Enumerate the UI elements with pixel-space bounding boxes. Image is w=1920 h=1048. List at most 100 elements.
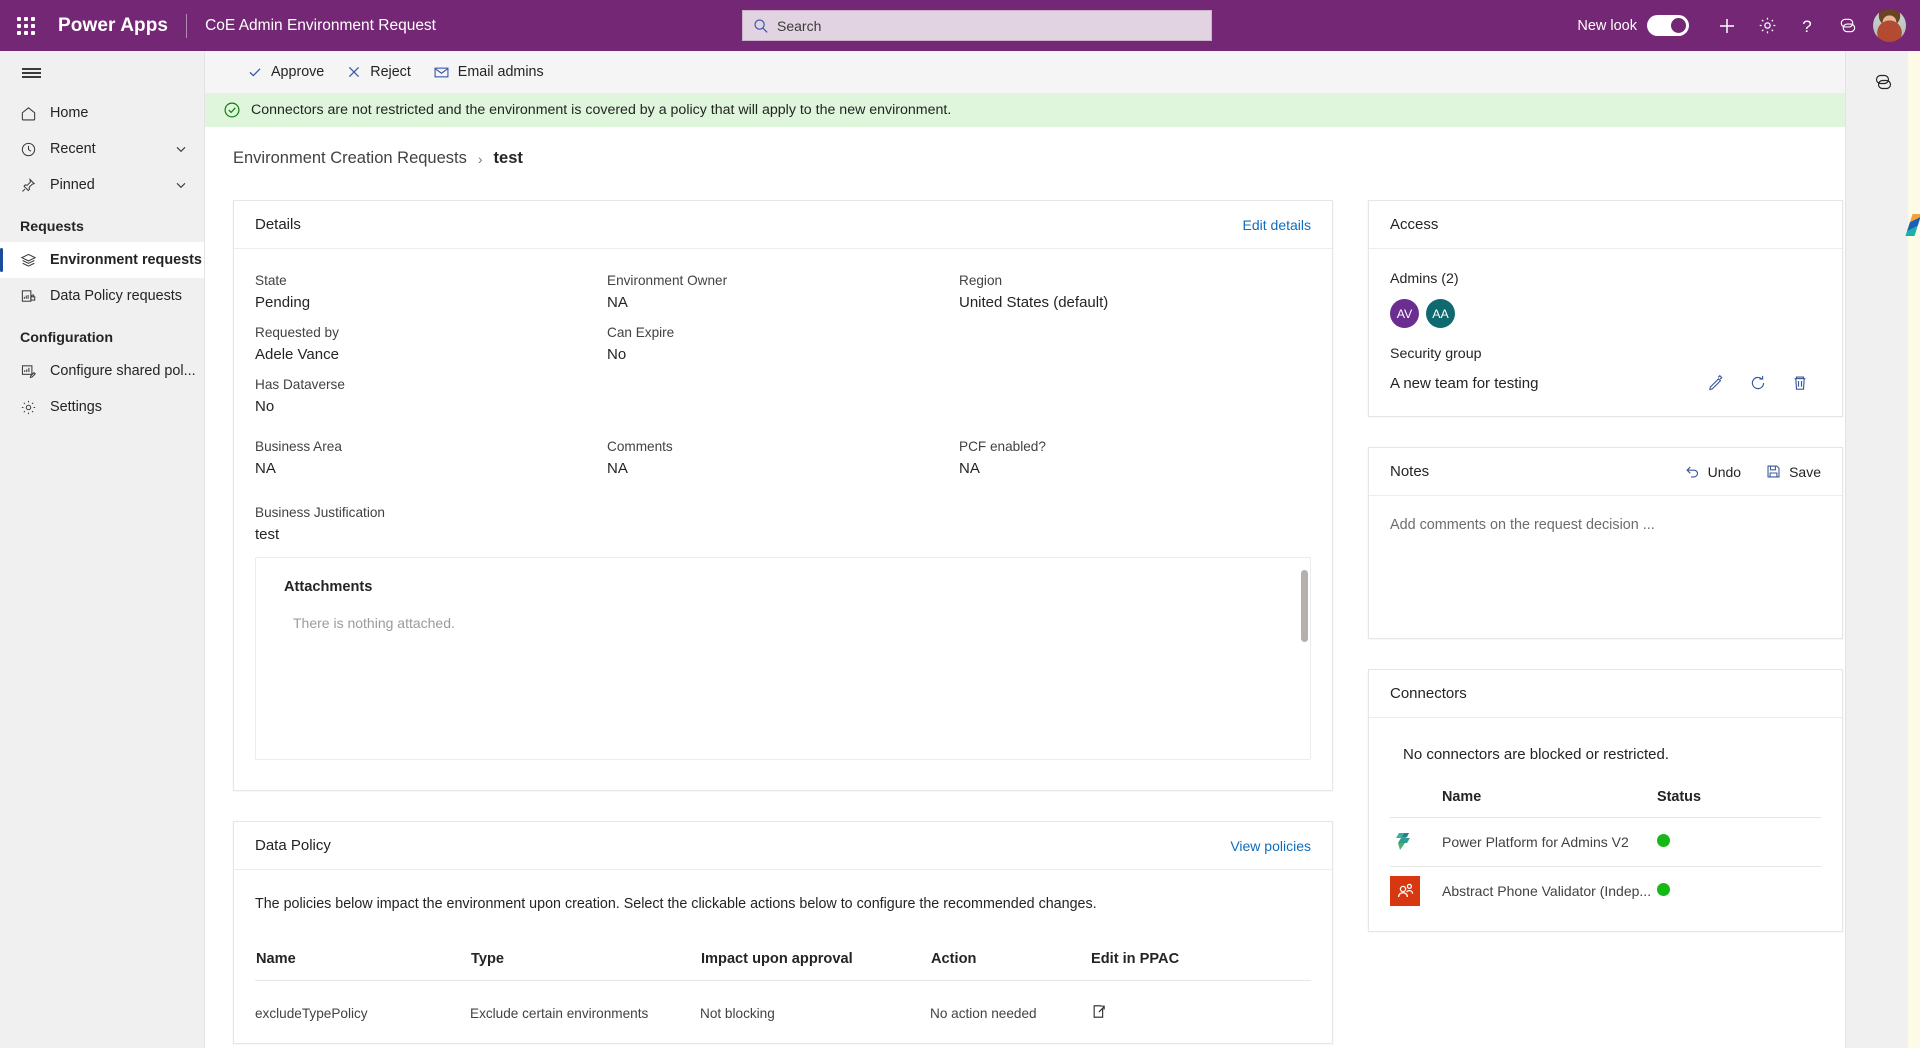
chevron-down-icon[interactable]: [174, 178, 188, 192]
cell-policy-impact: Not blocking: [700, 1005, 775, 1021]
search-container[interactable]: Search: [742, 10, 1212, 41]
search-input[interactable]: Search: [742, 10, 1212, 41]
avatar[interactable]: AA: [1426, 299, 1455, 328]
sidebar-item-environment-requests[interactable]: Environment requests: [0, 242, 204, 278]
field-has-dataverse: Has Dataverse No: [255, 377, 615, 415]
sidebar-item-data-policy-requests[interactable]: Data Policy requests: [0, 278, 204, 314]
search-icon: [753, 18, 769, 34]
card-spacer: [1368, 417, 1843, 447]
field-label: Environment Owner: [607, 273, 728, 288]
cell-connector-name: Power Platform for Admins V2: [1442, 834, 1629, 850]
field-value: NA: [959, 460, 980, 477]
refresh-icon[interactable]: [1737, 374, 1779, 392]
table-row: Abstract Phone Validator (Indep...: [1390, 866, 1821, 916]
right-rail: [1845, 51, 1920, 1048]
left-column: Details Edit details State Pending Envir…: [233, 200, 1333, 1044]
edit-pencil-icon[interactable]: [1695, 374, 1737, 392]
app-launcher-icon[interactable]: [0, 0, 52, 51]
save-disk-icon: [1765, 463, 1782, 480]
edit-chart-icon: [20, 363, 50, 380]
undo-button[interactable]: Undo: [1684, 463, 1741, 480]
email-admins-button[interactable]: Email admins: [424, 57, 553, 87]
sidebar-item-recent[interactable]: Recent: [0, 131, 204, 167]
attachments-scrollbar[interactable]: [1301, 570, 1308, 642]
field-value: No: [255, 398, 275, 415]
column-name: Name: [1442, 789, 1482, 805]
card-spacer: [233, 791, 1333, 821]
copilot-icon[interactable]: [1866, 65, 1900, 99]
field-label: PCF enabled?: [959, 439, 1046, 454]
details-row: Requested by Adele Vance Can Expire No: [255, 325, 1311, 363]
details-row: Business Area NA Comments NA PCF enabled…: [255, 439, 1311, 477]
command-bar: Approve Reject Email admins: [205, 51, 1845, 93]
data-policy-body: The policies below impact the environmen…: [234, 870, 1332, 1043]
brand-name[interactable]: Power Apps: [58, 15, 168, 37]
field-label: Business Justification: [255, 505, 385, 520]
security-group-value: A new team for testing: [1390, 374, 1539, 392]
open-in-new-icon[interactable]: [1090, 1005, 1107, 1023]
field-label: State: [255, 273, 287, 288]
sidebar-item-home[interactable]: Home: [0, 95, 204, 131]
approve-button[interactable]: Approve: [238, 57, 333, 87]
avatar[interactable]: [1873, 9, 1906, 42]
status-dot-icon: [1657, 883, 1670, 896]
field-empty: [959, 325, 1311, 363]
attachments-title: Attachments: [284, 579, 373, 595]
sidebar-item-pinned[interactable]: Pinned: [0, 167, 204, 203]
help-icon[interactable]: ?: [1787, 0, 1827, 51]
sidebar-item-configure-shared-policies[interactable]: Configure shared pol...: [0, 353, 204, 389]
field-value: No: [607, 346, 627, 363]
cell-logo: [1390, 818, 1442, 867]
view-policies-link[interactable]: View policies: [1230, 838, 1311, 854]
cell-connector-status: [1657, 867, 1821, 916]
field-value: Adele Vance: [255, 346, 339, 363]
field-pcf-enabled: PCF enabled? NA: [959, 439, 1311, 477]
rail-accent-strip: [1908, 51, 1920, 1048]
save-button[interactable]: Save: [1765, 463, 1821, 480]
details-row: Business Justification test: [255, 505, 1311, 543]
attachments-empty-text: There is nothing attached.: [293, 615, 455, 631]
plus-icon[interactable]: [1707, 0, 1747, 51]
avatar[interactable]: AV: [1390, 299, 1419, 328]
sidebar-group-configuration: Configuration: [20, 330, 113, 346]
cell-policy-action: No action needed: [930, 1005, 1037, 1021]
cell-connector-status: [1657, 818, 1821, 867]
details-body: State Pending Environment Owner NA Regio…: [234, 249, 1332, 790]
sidebar-item-settings[interactable]: Settings: [0, 389, 204, 425]
security-group-label: Security group: [1390, 346, 1482, 362]
cell-open-in-ppac[interactable]: [1090, 981, 1311, 1044]
column-edit-in-ppac: Edit in PPAC: [1091, 951, 1180, 967]
undo-icon: [1684, 463, 1701, 480]
connectors-table: Name Status Power Platform for Admins V2…: [1390, 789, 1821, 915]
new-look-toggle[interactable]: [1647, 15, 1689, 36]
attachments-panel: Attachments There is nothing attached.: [255, 557, 1311, 760]
field-region: Region United States (default): [959, 273, 1311, 311]
connectors-title: Connectors: [1390, 685, 1467, 702]
new-look-label: New look: [1577, 17, 1637, 34]
breadcrumb-root[interactable]: Environment Creation Requests: [233, 149, 467, 168]
feedback-icon[interactable]: [1827, 0, 1867, 51]
home-icon: [20, 105, 50, 122]
notes-card-header: Notes Undo Save: [1369, 448, 1842, 496]
field-requested-by: Requested by Adele Vance: [255, 325, 607, 363]
notes-input[interactable]: Add comments on the request decision ...: [1369, 496, 1842, 638]
check-circle-icon: [223, 101, 241, 119]
hamburger-menu-icon[interactable]: [0, 51, 204, 95]
close-icon: [346, 64, 362, 80]
field-value: United States (default): [959, 294, 1109, 311]
notes-actions: Undo Save: [1660, 463, 1821, 480]
notes-placeholder: Add comments on the request decision ...: [1390, 517, 1655, 533]
reject-label: Reject: [370, 64, 411, 80]
gear-icon[interactable]: [1747, 0, 1787, 51]
cell-connector-name: Abstract Phone Validator (Indep...: [1442, 883, 1652, 899]
field-environment-owner: Environment Owner NA: [607, 273, 959, 311]
breadcrumb-current: test: [493, 149, 523, 167]
notification-banner: Connectors are not restricted and the en…: [205, 93, 1845, 127]
abstract-phone-validator-logo-icon: [1390, 876, 1420, 906]
delete-trash-icon[interactable]: [1779, 374, 1821, 392]
edit-details-link[interactable]: Edit details: [1243, 217, 1311, 233]
search-placeholder: Search: [777, 17, 822, 34]
chevron-down-icon[interactable]: [174, 142, 188, 156]
access-card: Access Admins (2) AV AA Security group A…: [1368, 200, 1843, 417]
reject-button[interactable]: Reject: [337, 57, 420, 87]
